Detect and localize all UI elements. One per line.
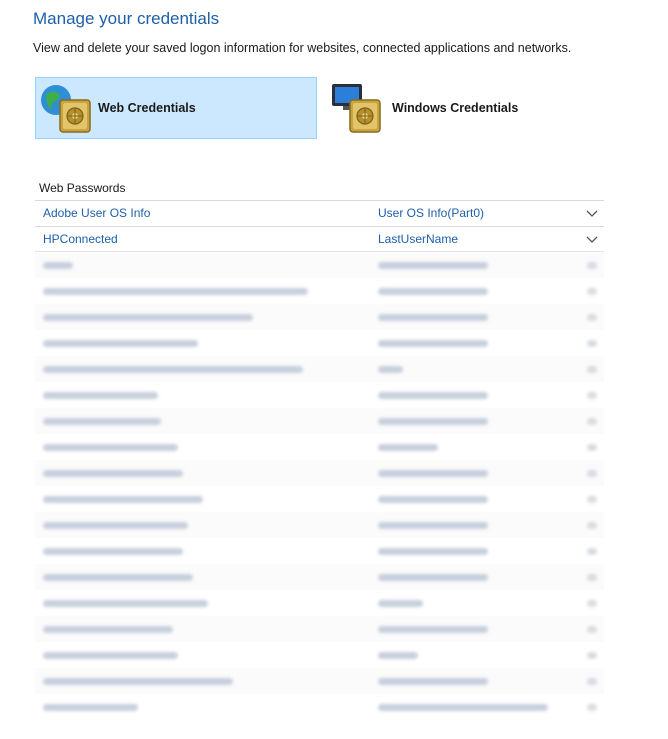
obscured-user	[378, 652, 418, 659]
page-title: Manage your credentials	[33, 9, 220, 28]
obscured-user	[378, 288, 488, 295]
obscured-credential-row[interactable]	[35, 278, 604, 304]
obscured-chevron-icon[interactable]	[587, 626, 597, 633]
obscured-chevron-icon[interactable]	[587, 548, 597, 555]
obscured-chevron-icon[interactable]	[587, 366, 597, 373]
web-credentials-tab[interactable]: Web Credentials	[35, 77, 317, 139]
obscured-user	[378, 366, 403, 373]
obscured-user	[378, 704, 548, 711]
obscured-site	[43, 704, 138, 711]
obscured-user	[378, 314, 488, 321]
obscured-credential-row[interactable]	[35, 616, 604, 642]
obscured-site	[43, 262, 73, 269]
credential-site: Adobe User OS Info	[43, 206, 151, 220]
obscured-chevron-icon[interactable]	[587, 262, 597, 269]
obscured-credential-row[interactable]	[35, 356, 604, 382]
obscured-chevron-icon[interactable]	[587, 392, 597, 399]
obscured-credential-row[interactable]	[35, 330, 604, 356]
obscured-chevron-icon[interactable]	[587, 600, 597, 607]
obscured-chevron-icon[interactable]	[587, 652, 597, 659]
obscured-site	[43, 522, 188, 529]
obscured-site	[43, 444, 178, 451]
obscured-credentials	[35, 252, 604, 720]
obscured-site	[43, 496, 203, 503]
obscured-user	[378, 626, 488, 633]
obscured-user	[378, 444, 438, 451]
obscured-chevron-icon[interactable]	[587, 678, 597, 685]
obscured-chevron-icon[interactable]	[587, 470, 597, 477]
obscured-credential-row[interactable]	[35, 564, 604, 590]
page-subtitle: View and delete your saved logon informa…	[33, 41, 572, 55]
obscured-credential-row[interactable]	[35, 642, 604, 668]
chevron-down-icon[interactable]	[586, 234, 598, 244]
chevron-down-icon[interactable]	[586, 208, 598, 218]
obscured-credential-row[interactable]	[35, 694, 604, 720]
obscured-user	[378, 496, 488, 503]
obscured-site	[43, 652, 178, 659]
obscured-credential-row[interactable]	[35, 382, 604, 408]
credential-user: LastUserName	[378, 232, 459, 246]
obscured-site	[43, 392, 158, 399]
obscured-chevron-icon[interactable]	[587, 574, 597, 581]
obscured-user	[378, 262, 488, 269]
obscured-user	[378, 548, 488, 555]
obscured-site	[43, 470, 183, 477]
obscured-site	[43, 418, 161, 425]
obscured-credential-row[interactable]	[35, 252, 604, 278]
obscured-credential-row[interactable]	[35, 668, 604, 694]
obscured-site	[43, 600, 208, 607]
obscured-site	[43, 314, 253, 321]
obscured-user	[378, 678, 488, 685]
obscured-site	[43, 678, 233, 685]
obscured-user	[378, 522, 488, 529]
obscured-chevron-icon[interactable]	[587, 522, 597, 529]
obscured-user	[378, 574, 488, 581]
obscured-chevron-icon[interactable]	[587, 444, 597, 451]
obscured-chevron-icon[interactable]	[587, 340, 597, 347]
obscured-chevron-icon[interactable]	[587, 496, 597, 503]
credentials-list: Adobe User OS Info User OS Info(Part0) H…	[35, 200, 604, 720]
obscured-credential-row[interactable]	[35, 304, 604, 330]
obscured-chevron-icon[interactable]	[587, 314, 597, 321]
obscured-user	[378, 392, 488, 399]
credential-site: HPConnected	[43, 232, 118, 246]
obscured-site	[43, 288, 308, 295]
obscured-site	[43, 548, 183, 555]
obscured-user	[378, 418, 488, 425]
obscured-credential-row[interactable]	[35, 408, 604, 434]
web-credentials-vault-icon	[41, 85, 91, 133]
obscured-chevron-icon[interactable]	[587, 418, 597, 425]
windows-credentials-label: Windows Credentials	[392, 101, 519, 115]
windows-credentials-vault-icon	[332, 84, 381, 133]
obscured-credential-row[interactable]	[35, 434, 604, 460]
obscured-credential-row[interactable]	[35, 460, 604, 486]
obscured-user	[378, 340, 488, 347]
obscured-user	[378, 600, 423, 607]
obscured-credential-row[interactable]	[35, 590, 604, 616]
credential-row[interactable]: Adobe User OS Info User OS Info(Part0)	[35, 200, 604, 226]
web-passwords-heading: Web Passwords	[39, 181, 126, 195]
obscured-credential-row[interactable]	[35, 538, 604, 564]
windows-credentials-tab[interactable]: Windows Credentials	[330, 77, 590, 139]
credential-row[interactable]: HPConnected LastUserName	[35, 226, 604, 252]
credential-user: User OS Info(Part0)	[378, 206, 485, 220]
obscured-chevron-icon[interactable]	[587, 288, 597, 295]
web-credentials-label: Web Credentials	[98, 101, 196, 115]
obscured-site	[43, 340, 198, 347]
obscured-site	[43, 574, 193, 581]
obscured-credential-row[interactable]	[35, 486, 604, 512]
obscured-chevron-icon[interactable]	[587, 704, 597, 711]
obscured-site	[43, 626, 173, 633]
obscured-credential-row[interactable]	[35, 512, 604, 538]
obscured-user	[378, 470, 488, 477]
obscured-site	[43, 366, 303, 373]
